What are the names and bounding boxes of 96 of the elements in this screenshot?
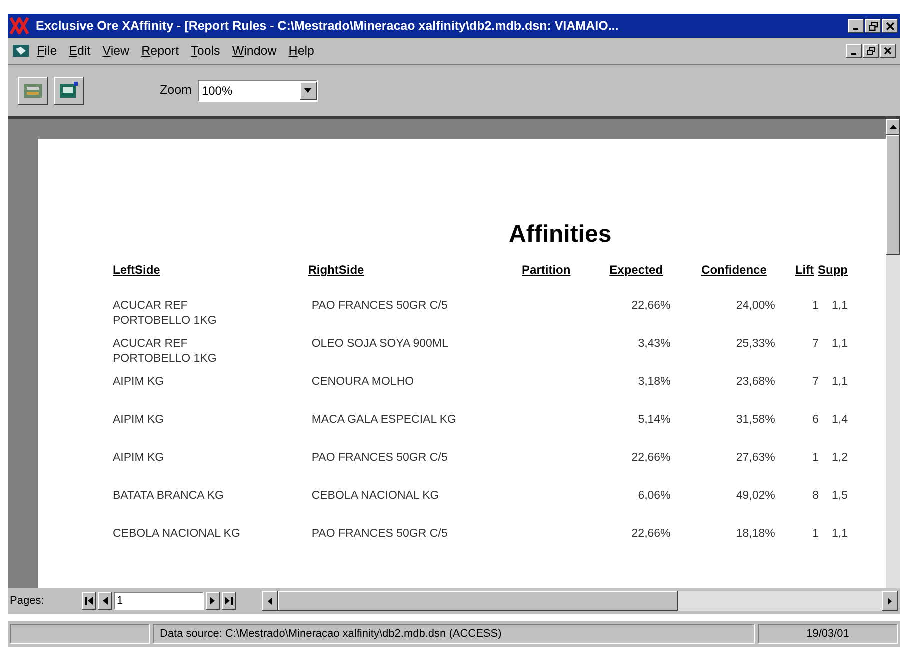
table-cell-text: 1,1 <box>831 299 848 314</box>
table-cell-text: PAO FRANCES 50GR C/5 <box>312 299 449 314</box>
export-button[interactable] <box>18 76 48 104</box>
menu-item[interactable]: Window <box>227 42 282 60</box>
table-cell-text: 6,06% <box>637 489 671 504</box>
close-button[interactable] <box>882 19 898 33</box>
table-cell-text: AIPIM KG <box>113 413 166 428</box>
table-cell-text: 6 <box>812 413 819 428</box>
next-page-icon <box>209 597 217 605</box>
app-logo-icon <box>10 17 32 35</box>
pages-label: Pages: <box>10 594 46 609</box>
last-page-icon <box>225 597 233 605</box>
table-cell-text: OLEO SOJA SOYA 900ML <box>312 337 450 352</box>
table-cell-text: 5,14% <box>637 413 671 428</box>
table-cell-text: 22,66% <box>630 451 671 466</box>
table-cell-text: 22,66% <box>630 299 671 314</box>
table-cell-text: CENOURA MOLHO <box>312 375 416 390</box>
column-header: Lift <box>794 262 814 279</box>
scroll-right-icon <box>888 598 892 604</box>
table-cell-text: 24,00% <box>735 299 776 314</box>
close-icon <box>884 47 892 55</box>
table-cell-text: 1,5 <box>831 489 848 504</box>
column-header: LeftSide <box>113 262 162 279</box>
minimize-button[interactable] <box>846 44 862 58</box>
minimize-button[interactable] <box>848 19 864 33</box>
previous-page-button[interactable] <box>98 592 112 610</box>
table-cell-text: AIPIM KG <box>113 451 166 466</box>
table-cell-text: 7 <box>812 375 819 390</box>
window-title: Exclusive Ore XAffinity - [Report Rules - C:\Mestrado\Mineracao xalfinity\db2.mdb.dsn: VIAMAIO... <box>36 18 620 35</box>
table-cell-text: 22,66% <box>630 527 671 542</box>
report-title: Affinities <box>509 220 612 250</box>
menu-item[interactable]: Edit <box>64 42 96 60</box>
table-cell-text: 27,63% <box>735 451 776 466</box>
menu-item[interactable]: Help <box>284 42 320 60</box>
restore-icon <box>868 22 878 30</box>
table-cell-text: 1,1 <box>831 375 848 390</box>
minimize-icon <box>851 53 857 55</box>
scroll-left-icon <box>268 598 272 604</box>
status-data-source: Data source: C:\Mestrado\Mineracao xalfinity\db2.mdb.dsn (ACCESS) <box>153 624 755 644</box>
first-page-icon <box>85 597 93 605</box>
column-header: Partition <box>521 262 571 279</box>
table-cell-text: 1 <box>812 451 819 466</box>
zoom-label: Zoom <box>160 82 192 100</box>
table-cell-text: 1,4 <box>831 413 848 428</box>
column-header: Confidence <box>700 262 767 279</box>
menu-item[interactable]: View <box>98 42 135 60</box>
zoom-dropdown[interactable]: 100% <box>198 80 318 102</box>
horizontal-scrollbar[interactable] <box>262 591 898 611</box>
table-cell-text: ACUCAR REF PORTOBELLO 1KG <box>113 299 218 329</box>
close-icon <box>886 22 894 30</box>
scroll-up-icon <box>890 125 896 129</box>
table-cell-text: 8 <box>812 489 819 504</box>
menu-item[interactable]: Tools <box>186 42 226 60</box>
window-icon <box>59 82 79 100</box>
next-page-button[interactable] <box>206 592 220 610</box>
page-field[interactable]: 1 <box>114 592 204 610</box>
table-cell-text: 25,33% <box>735 337 776 352</box>
restore-button[interactable] <box>865 19 881 33</box>
table-cell-text: MACA GALA ESPECIAL KG <box>312 413 458 428</box>
minimize-icon <box>853 28 859 30</box>
table-cell-text: CEBOLA NACIONAL KG <box>113 527 242 542</box>
dropdown-arrow-icon <box>304 88 312 93</box>
table-cell-text: 49,02% <box>735 489 776 504</box>
menu-item[interactable]: File <box>32 42 62 60</box>
table-cell-text: 1,1 <box>831 337 848 352</box>
table-cell-text: 23,68% <box>735 375 776 390</box>
close-button[interactable] <box>880 44 896 58</box>
table-cell-text: AIPIM KG <box>113 375 166 390</box>
document-icon[interactable] <box>12 43 30 59</box>
last-page-button[interactable] <box>222 592 236 610</box>
table-cell-text: 18,18% <box>735 527 776 542</box>
table-cell-text: PAO FRANCES 50GR C/5 <box>312 451 449 466</box>
column-header: Supp <box>817 262 848 279</box>
restore-button[interactable] <box>863 44 879 58</box>
vertical-scrollbar[interactable] <box>886 119 900 588</box>
table-cell-text: 1,2 <box>831 451 848 466</box>
column-header: Expected <box>608 262 664 279</box>
table-cell-text: 7 <box>812 337 819 352</box>
first-page-button[interactable] <box>82 592 96 610</box>
table-cell-text: 1 <box>812 299 819 314</box>
column-header: RightSide <box>308 262 366 279</box>
menu-item[interactable]: Report <box>136 42 184 60</box>
table-cell-text: 1 <box>812 527 819 542</box>
previous-page-icon <box>101 597 109 605</box>
table-cell-text: ACUCAR REF PORTOBELLO 1KG <box>113 337 218 367</box>
table-cell-text: 31,58% <box>735 413 776 428</box>
export-icon <box>23 82 43 100</box>
table-cell-text: PAO FRANCES 50GR C/5 <box>312 527 449 542</box>
table-cell-text: CEBOLA NACIONAL KG <box>312 489 440 504</box>
restore-icon <box>867 47 875 55</box>
table-cell-text: BATATA BRANCA KG <box>113 489 225 504</box>
table-cell-text: 3,18% <box>637 375 671 390</box>
table-cell-text: 1,1 <box>831 527 848 542</box>
status-date: 19/03/01 <box>758 624 898 644</box>
window-button[interactable] <box>54 76 84 104</box>
table-cell-text: 3,43% <box>637 337 671 352</box>
